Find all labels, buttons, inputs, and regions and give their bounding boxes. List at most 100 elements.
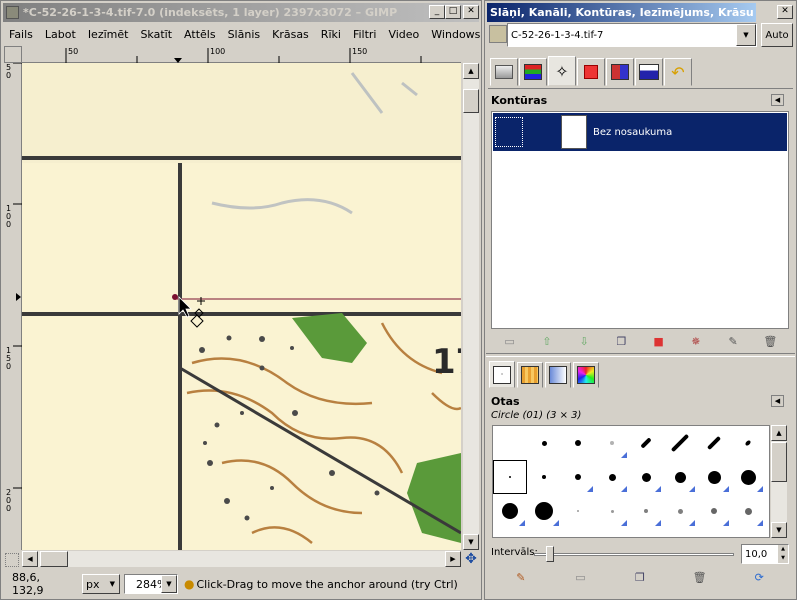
raise-path-button[interactable]: ⇧ [536,332,558,350]
panel-menu-button[interactable]: ◀ [771,395,784,407]
brush-cell[interactable] [629,494,663,528]
menu-edit[interactable]: Labot [39,28,82,41]
auto-button[interactable]: Auto [761,23,793,47]
refresh-brushes-button[interactable]: ⟳ [748,568,770,586]
brush-cell[interactable] [697,494,731,528]
brush-grid[interactable] [492,425,770,538]
tab-histogram[interactable] [635,58,663,86]
navigate-icon[interactable]: ✥ [464,552,478,566]
selection-icon [584,65,598,79]
delete-brush-button[interactable]: 🗑 [689,568,711,586]
tab-brushes[interactable]: · [489,361,515,388]
close-button[interactable]: ✕ [463,5,479,19]
tab-layers[interactable] [490,58,518,86]
menu-windows[interactable]: Windows [425,28,486,41]
tab-selection-editor[interactable] [577,58,605,86]
lower-path-button[interactable]: ⇩ [573,332,595,350]
tab-paths[interactable]: ✧ [548,56,576,86]
spacing-input[interactable]: 10,0 ▲ ▼ [741,544,789,564]
edit-brush-button[interactable]: ✎ [510,568,532,586]
brush-cell[interactable] [697,460,731,494]
stroke-path-button[interactable]: ✎ [722,332,744,350]
brush-cell[interactable] [561,460,595,494]
scroll-down-button[interactable]: ▼ [771,522,787,538]
delete-path-button[interactable]: 🗑 [759,332,781,350]
spacing-value: 10,0 [745,548,768,560]
dock-titlebar[interactable]: Slāņi, Kanāli, Kontūras, Iezīmējums, Krā… [487,3,756,22]
menu-video[interactable]: Video [382,28,425,41]
brush-cell[interactable] [731,460,765,494]
new-brush-button[interactable]: ▭ [569,568,591,586]
menu-select[interactable]: Iezīmēt [82,28,135,41]
brushes-panel-title: Otas [491,395,520,408]
panel-menu-button[interactable]: ◀ [771,94,784,106]
quick-mask-toggle[interactable] [5,553,19,567]
zoom-select[interactable]: 284% ▼ [124,574,178,594]
path-visibility-toggle[interactable] [495,117,523,147]
menu-layer[interactable]: Slānis [222,28,267,41]
brush-cell-selected[interactable] [493,460,527,494]
new-path-button[interactable]: ▭ [499,332,521,350]
menu-filters[interactable]: Filtri [347,28,383,41]
vertical-scrollbar[interactable]: ▲ ▼ [463,63,479,550]
brush-scroll-thumb[interactable] [771,442,787,482]
brush-cell[interactable] [731,426,765,460]
scroll-left-button[interactable]: ◀ [22,551,38,567]
maximize-button[interactable]: □ [445,5,461,19]
brush-cell[interactable] [561,494,595,528]
vertical-scroll-thumb[interactable] [463,89,479,113]
brush-cell[interactable] [493,494,527,528]
brush-cell[interactable] [731,494,765,528]
ruler-corner[interactable] [4,46,22,63]
menu-view[interactable]: Skatīt [134,28,178,41]
duplicate-brush-button[interactable]: ❐ [629,568,651,586]
scroll-down-button[interactable]: ▼ [463,534,479,550]
brush-cell[interactable] [629,426,663,460]
spin-buttons[interactable]: ▲ ▼ [778,545,788,563]
list-item[interactable]: Bez nosaukuma [493,113,787,151]
close-button[interactable]: ✕ [777,5,793,19]
tab-gradients[interactable] [545,362,571,388]
brush-cell[interactable] [527,494,561,528]
menu-colors[interactable]: Krāsas [266,28,315,41]
unit-select[interactable]: px ▼ [82,574,120,594]
brush-cell[interactable] [663,426,697,460]
brush-cell[interactable] [663,460,697,494]
spacing-slider[interactable] [534,553,734,556]
brush-cell[interactable] [697,426,731,460]
selection-to-path-button[interactable]: ✵ [685,332,707,350]
dock-separator[interactable] [486,353,795,357]
image-window-titlebar[interactable]: *C-52-26-1-3-4.tif-7.0 (indeksēts, 1 lay… [3,3,479,22]
brush-cell[interactable] [595,426,629,460]
tab-undo-history[interactable]: ↶ [664,58,692,86]
brush-cell[interactable] [663,494,697,528]
image-select[interactable]: C-52-26-1-3-4.tif-7 ▼ [507,23,757,47]
tab-patterns[interactable] [517,362,543,388]
path-to-selection-button[interactable]: ■ [648,332,670,350]
brush-cell[interactable] [561,426,595,460]
scroll-up-button[interactable]: ▲ [463,63,479,79]
horizontal-scrollbar[interactable]: ◀ ▶ [22,551,461,567]
brush-cell[interactable] [629,460,663,494]
scroll-up-button[interactable]: ▲ [771,425,787,441]
horizontal-ruler[interactable]: 50 100 150 [22,46,461,63]
scroll-right-button[interactable]: ▶ [445,551,461,567]
image-canvas[interactable]: 17 [22,63,461,550]
vertical-ruler[interactable]: 5 0 1 0 0 1 5 0 2 0 0 [4,63,22,550]
duplicate-path-button[interactable]: ❐ [610,332,632,350]
minimize-button[interactable]: _ [429,5,445,19]
tab-channels[interactable] [519,58,547,86]
tab-palettes[interactable] [573,362,599,388]
brush-cell[interactable] [595,460,629,494]
brush-cell[interactable] [527,426,561,460]
brush-cell[interactable] [595,494,629,528]
horizontal-scroll-thumb[interactable] [40,551,68,567]
brush-cell[interactable] [527,460,561,494]
brush-scrollbar[interactable]: ▲ ▼ [771,425,787,538]
menu-tools[interactable]: Rīki [315,28,347,41]
tab-colormap[interactable] [606,58,634,86]
brush-cell[interactable] [493,426,527,460]
menu-file[interactable]: Fails [3,28,39,41]
spacing-slider-thumb[interactable] [546,546,554,562]
menu-image[interactable]: Attēls [178,28,222,41]
